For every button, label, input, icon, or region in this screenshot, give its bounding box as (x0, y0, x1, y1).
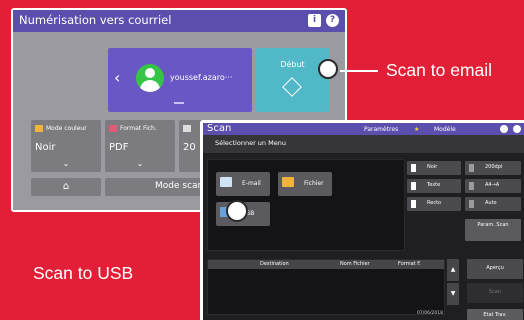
option-resolution[interactable]: 200dpi (465, 161, 521, 175)
scan-panel: Scan Paramètres ★ Modèle Sélectionner un… (203, 123, 524, 320)
resolution-value: 20 (183, 142, 196, 153)
file-format-value: PDF (109, 142, 129, 153)
subtitle: Sélectionner un Menu (215, 139, 286, 147)
home-button[interactable]: ⌂ (31, 178, 101, 196)
preview-label: Aperçu (486, 265, 504, 271)
scan-settings-button[interactable]: Param. Scan (465, 219, 521, 241)
scan-mode-label: Mode scan (155, 181, 204, 191)
chevron-down-icon: ⌄ (136, 159, 144, 168)
menu-item-label: E-mail (242, 180, 261, 187)
destination-table: Destination Nom Fichier Format F. (207, 259, 445, 315)
color-mode-value: Noir (35, 142, 56, 153)
option-color[interactable]: Noir (407, 161, 461, 175)
header-destination: Destination (260, 261, 289, 267)
username: youssef.azaro··· (170, 73, 233, 82)
screen-title: Numérisation vers courriel (19, 13, 172, 27)
callout-scan-to-email: Scan to email (386, 60, 493, 80)
job-status-button[interactable]: Etat Trav. (467, 309, 523, 320)
header-format: Format F. (398, 261, 421, 267)
menu-item-email[interactable]: E-mail (216, 172, 270, 196)
scan-screen: Scan Paramètres ★ Modèle Sélectionner un… (200, 120, 524, 320)
chevron-down-icon: ⌄ (62, 159, 70, 168)
file-format-label: Format Fich. (109, 125, 157, 132)
page-indicator (174, 102, 184, 104)
table-header: Destination Nom Fichier Format F. (208, 260, 444, 269)
scan-label: Scan (488, 289, 502, 295)
help-icon[interactable]: ? (326, 14, 339, 27)
resolution-label (183, 125, 194, 132)
datetime: 07/06/2018 (417, 311, 443, 316)
scan-mode-button[interactable]: Mode scan (105, 178, 211, 196)
user-card[interactable]: ‹ youssef.azaro··· (108, 48, 252, 112)
menu-panel: E-mail Fichier USB (207, 159, 405, 251)
color-mode-setting[interactable]: Mode couleur Noir ⌄ (31, 120, 101, 172)
tab-parametres[interactable]: Paramètres (361, 125, 401, 134)
title-bar: Scan Paramètres ★ Modèle (203, 123, 524, 135)
chevron-left-icon[interactable]: ‹ (114, 68, 120, 87)
help-icon[interactable] (513, 125, 521, 133)
star-icon[interactable]: ★ (411, 125, 422, 134)
tab-modele[interactable]: Modèle (431, 125, 459, 134)
callout-line (340, 70, 378, 72)
option-sides[interactable]: Recto (407, 197, 461, 211)
subtitle-bar: Sélectionner un Menu (203, 135, 524, 153)
home-icon: ⌂ (62, 181, 70, 192)
scroll-up-button[interactable]: ▲ (447, 259, 459, 281)
info-icon[interactable]: i (308, 14, 321, 27)
menu-item-usb[interactable]: USB (216, 200, 270, 226)
job-status-label: Etat Trav. (483, 312, 507, 318)
menu-item-fichier[interactable]: Fichier (278, 172, 332, 196)
option-size[interactable]: A4→A (465, 179, 521, 193)
avatar (136, 64, 164, 92)
menu-item-label: Fichier (304, 180, 324, 187)
scroll-down-button[interactable]: ▼ (447, 283, 459, 305)
preview-button[interactable]: Aperçu (467, 259, 523, 279)
color-mode-label: Mode couleur (35, 125, 87, 132)
header-file-name: Nom Fichier (340, 261, 370, 267)
callout-scan-to-usb: Scan to USB (33, 263, 134, 283)
email-icon (220, 177, 232, 187)
scan-settings-label: Param. Scan (477, 222, 509, 228)
option-original-type[interactable]: Texte (407, 179, 461, 193)
start-button[interactable]: Début (256, 48, 329, 112)
file-format-setting[interactable]: Format Fich. PDF ⌄ (105, 120, 175, 172)
scan-button[interactable]: Scan (467, 283, 523, 303)
option-auto[interactable]: Auto (465, 197, 521, 211)
screen-title: Scan (207, 123, 232, 134)
highlight-dot (226, 200, 248, 222)
title-bar: Numérisation vers courriel i ? (13, 10, 345, 32)
folder-icon (282, 177, 294, 187)
info-icon[interactable] (500, 125, 508, 133)
start-icon (282, 77, 302, 97)
